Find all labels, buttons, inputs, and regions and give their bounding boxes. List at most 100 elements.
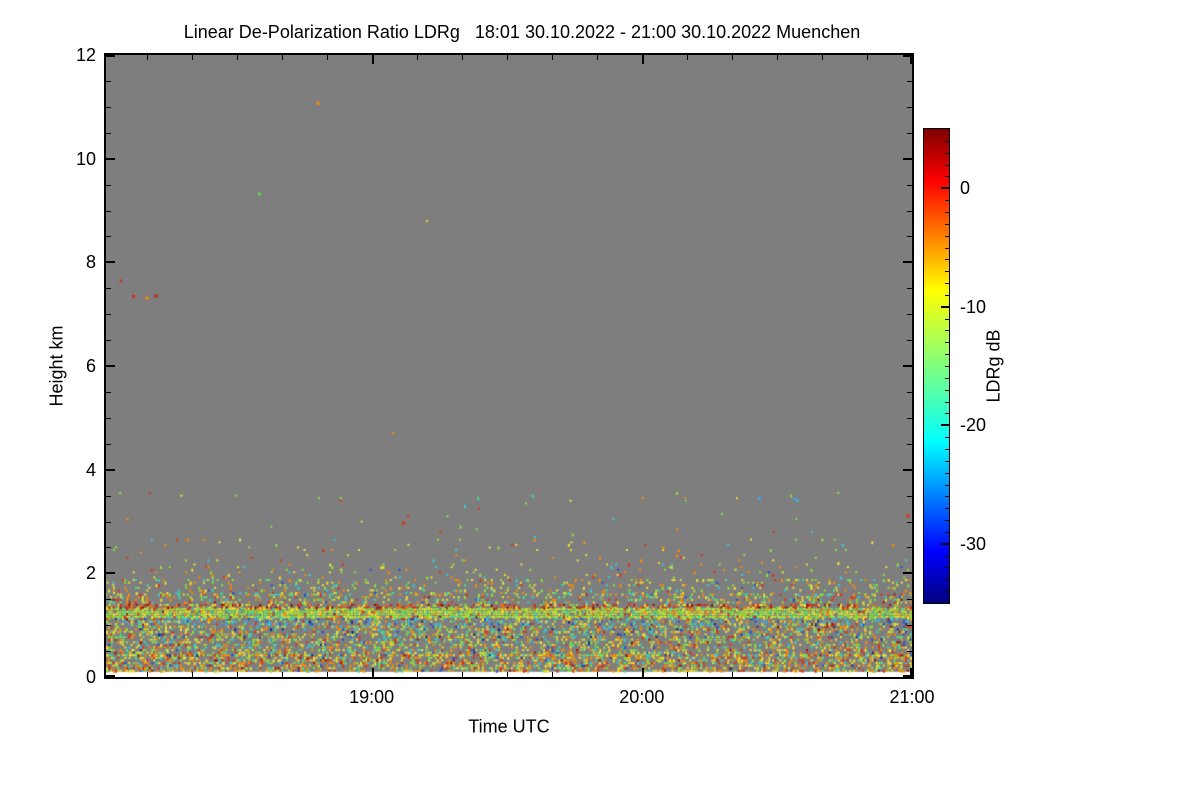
colorbar-minor-tick [945,567,949,568]
colorbar-tick-label: -20 [960,415,987,436]
x-minor-tick-top [507,55,508,60]
y-tick-label: 4 [85,459,96,480]
y-major-tick-right [903,261,912,263]
x-minor-tick [777,672,778,677]
y-tick-label: 2 [85,563,96,584]
colorbar-minor-tick [945,354,949,355]
y-major-tick-right [903,55,912,57]
x-minor-tick [417,672,418,677]
colorbar-minor-tick [945,224,949,225]
colorbar-minor-tick [945,342,949,343]
x-tick-label: 20:00 [619,687,665,707]
colorbar-tick-label: -10 [960,296,987,317]
colorbar-minor-tick [945,508,949,509]
plot-title: Linear De-Polarization Ratio LDRg 18:01 … [183,22,861,42]
y-tick-label: 6 [85,356,96,376]
y-major-tick-right [903,158,912,160]
x-major-tick [372,668,374,677]
x-minor-tick [822,672,823,677]
y-minor-tick-right [907,107,912,108]
y-major-tick [106,261,115,263]
colorbar-minor-tick [945,165,949,166]
y-minor-tick-right [907,314,912,315]
x-minor-tick [597,672,598,677]
x-minor-tick [732,672,733,677]
y-tick-label: 0 [85,667,96,687]
x-major-tick-top [642,55,644,64]
y-minor-tick [106,418,111,419]
colorbar-minor-tick [945,461,949,462]
colorbar-minor-tick [945,366,949,367]
y-minor-tick-right [907,625,912,626]
y-major-tick-right [903,469,912,471]
y-minor-tick [106,392,111,393]
colorbar-title: LDRg dB [983,329,1004,403]
colorbar-minor-tick [945,176,949,177]
y-minor-tick [106,288,111,289]
colorbar [923,128,950,604]
x-minor-tick-top [237,55,238,60]
x-major-tick [642,668,644,677]
colorbar-major-tick [941,187,949,189]
colorbar-minor-tick [945,236,949,237]
x-tick-label: 19:00 [349,687,395,707]
y-major-tick-right [903,365,912,367]
x-minor-tick-top [192,55,193,60]
x-minor-tick-top [147,55,148,60]
lidar-quicklook-page: Linear De-Polarization Ratio LDRg 18:01 … [0,0,1200,800]
x-minor-tick-top [777,55,778,60]
colorbar-minor-tick [945,153,949,154]
y-major-tick [106,55,115,57]
y-major-tick-right [903,675,912,677]
colorbar-minor-tick [945,141,949,142]
x-minor-tick-top [597,55,598,60]
y-tick-label: 10 [75,148,96,169]
x-minor-tick-top [687,55,688,60]
x-minor-tick-top [867,55,868,60]
y-minor-tick-right [907,599,912,600]
x-minor-tick-top [822,55,823,60]
y-tick-label: 12 [75,45,96,65]
y-minor-tick-right [907,185,912,186]
colorbar-minor-tick [945,200,949,201]
colorbar-minor-tick [945,319,949,320]
colorbar-minor-tick [945,520,949,521]
x-minor-tick-top [732,55,733,60]
y-major-tick [106,572,115,574]
x-minor-tick [462,672,463,677]
colorbar-minor-tick [945,330,949,331]
y-major-tick-right [903,572,912,574]
x-minor-tick [687,672,688,677]
y-minor-tick [106,651,111,652]
y-minor-tick [106,185,111,186]
y-minor-tick [106,211,111,212]
x-minor-tick [552,672,553,677]
x-minor-tick-top [417,55,418,60]
x-minor-tick-top [282,55,283,60]
x-minor-tick [507,672,508,677]
heatmap-canvas [106,55,912,677]
y-minor-tick [106,599,111,600]
y-minor-tick [106,107,111,108]
colorbar-minor-tick [945,437,949,438]
y-minor-tick [106,340,111,341]
y-minor-tick-right [907,392,912,393]
colorbar-minor-tick [945,283,949,284]
y-minor-tick [106,522,111,523]
colorbar-minor-tick [945,473,949,474]
colorbar-minor-tick [945,591,949,592]
y-major-tick [106,469,115,471]
x-minor-tick-top [327,55,328,60]
x-minor-tick [282,672,283,677]
y-minor-tick-right [907,81,912,82]
y-minor-tick [106,625,111,626]
y-minor-tick-right [907,288,912,289]
colorbar-minor-tick [945,271,949,272]
x-tick-label: 21:00 [889,687,935,707]
colorbar-minor-tick [945,295,949,296]
y-minor-tick [106,547,111,548]
y-major-tick [106,158,115,160]
colorbar-minor-tick [945,259,949,260]
x-minor-tick [147,672,148,677]
colorbar-minor-tick [945,532,949,533]
